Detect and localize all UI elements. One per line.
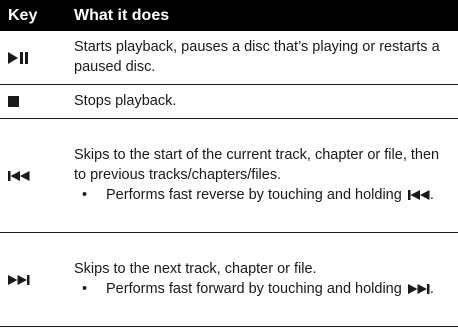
note-text: Performs fast forward by touching and ho… — [106, 280, 406, 297]
description-text: Starts playback, pauses a disc that’s pl… — [74, 39, 440, 75]
stop-icon — [8, 96, 19, 108]
description-text: Stops playback. — [74, 93, 177, 109]
skip-previous-icon — [407, 186, 430, 206]
header-key: Key — [0, 0, 62, 31]
note-item: Performs fast forward by touching and ho… — [74, 279, 450, 300]
skip-next-icon — [407, 280, 430, 300]
description-cell: Starts playback, pauses a disc that’s pl… — [62, 31, 458, 85]
note-list: Performs fast forward by touching and ho… — [74, 279, 450, 300]
table-row: Skips to the next track, chapter or file… — [0, 232, 458, 327]
table-row: Stops playback. — [0, 84, 458, 119]
table-row: Skips to the start of the current track,… — [0, 118, 458, 233]
key-cell — [0, 118, 62, 233]
play-pause-icon — [8, 51, 28, 64]
description-text: Skips to the start of the current track,… — [74, 146, 440, 183]
skip-next-icon — [8, 274, 30, 285]
note-item: Performs fast reverse by touching and ho… — [74, 185, 450, 206]
note-suffix: . — [429, 186, 434, 203]
note-suffix: . — [429, 280, 434, 297]
note-text: Performs fast reverse by touching and ho… — [106, 186, 406, 203]
table-row: Starts playback, pauses a disc that’s pl… — [0, 31, 458, 85]
key-cell — [0, 31, 62, 85]
description-cell: Skips to the start of the current track,… — [62, 118, 458, 233]
note-list: Performs fast reverse by touching and ho… — [74, 185, 450, 206]
table-header-row: Key What it does — [0, 0, 458, 31]
description-cell: Skips to the next track, chapter or file… — [62, 232, 458, 327]
key-cell — [0, 232, 62, 327]
header-what-it-does: What it does — [62, 0, 458, 31]
key-cell — [0, 84, 62, 119]
description-text: Skips to the next track, chapter or file… — [74, 260, 317, 277]
skip-previous-icon — [8, 170, 30, 181]
key-function-table: Key What it does Starts playback, pauses… — [0, 0, 458, 327]
description-cell: Stops playback. — [62, 84, 458, 119]
